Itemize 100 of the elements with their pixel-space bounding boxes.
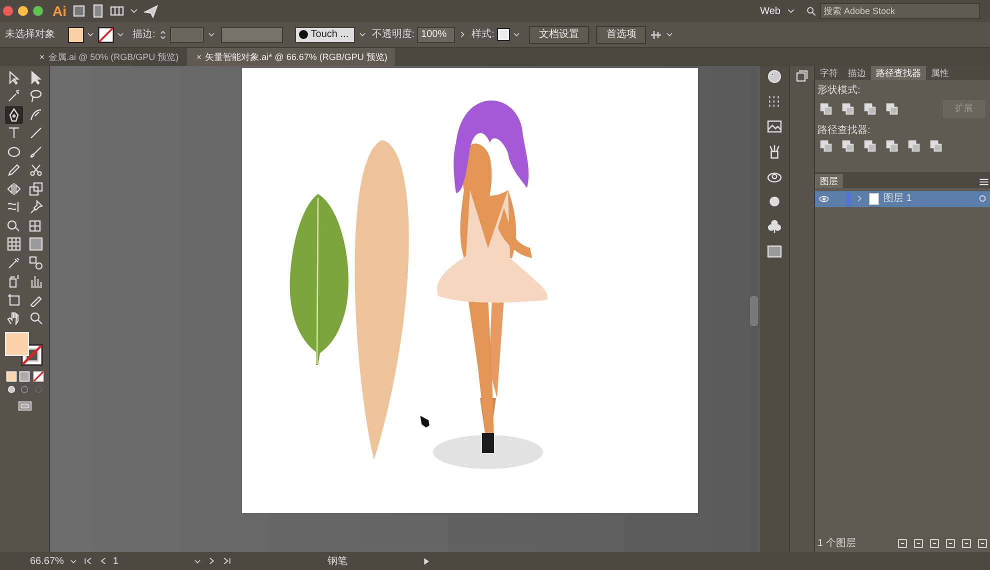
pen-tool-button[interactable] — [4, 106, 22, 124]
overlap-squares-icon[interactable] — [820, 140, 832, 152]
close-icon[interactable] — [38, 53, 46, 61]
section-label: 路径查找器: — [818, 124, 872, 138]
panel-menu-icon[interactable] — [978, 176, 990, 188]
caret-icon[interactable] — [116, 30, 125, 39]
mesh-tool-button[interactable] — [4, 235, 22, 253]
trash-icon[interactable] — [976, 538, 988, 548]
first-page-icon[interactable] — [82, 556, 93, 566]
pencil-icon — [6, 163, 20, 177]
layer-count: 1 个图层 — [818, 536, 856, 550]
mesh-icon — [6, 237, 20, 251]
current-tool-label: 钢笔 — [327, 554, 348, 568]
opacity-field[interactable]: 100% — [417, 26, 456, 42]
grid-icon[interactable] — [110, 4, 124, 18]
section-label: 形状模式: — [818, 84, 862, 98]
document-icon[interactable] — [90, 4, 104, 18]
gradient-tool-button[interactable] — [26, 235, 44, 253]
blend-tool-button[interactable] — [26, 254, 44, 272]
workspace-switcher[interactable]: Web — [760, 4, 780, 18]
club-icon[interactable] — [767, 218, 782, 234]
caret-icon[interactable] — [206, 30, 216, 39]
ellipse-icon — [6, 144, 20, 158]
overlap-squares-icon[interactable] — [908, 140, 920, 152]
page-field[interactable]: 1 — [112, 554, 118, 568]
text-icon — [6, 126, 20, 140]
clip-icon[interactable] — [928, 538, 940, 548]
last-page-icon[interactable] — [222, 556, 232, 566]
gradient-mode-icon[interactable] — [19, 370, 30, 382]
panel-tab[interactable]: 字符 — [815, 66, 843, 80]
square-icon[interactable] — [72, 4, 86, 18]
layer-row[interactable]: 图层 1 — [815, 190, 990, 206]
window-control-dot — [18, 6, 28, 16]
locate-icon[interactable] — [912, 538, 924, 548]
eyedropper-icon — [6, 256, 20, 270]
stroke-none-swatch[interactable] — [98, 26, 114, 42]
caret-icon[interactable] — [358, 30, 367, 39]
brush-icon — [28, 144, 42, 158]
overlap-squares-icon[interactable] — [930, 140, 942, 152]
play-icon[interactable] — [422, 556, 432, 566]
expand-button: 扩展 — [943, 100, 985, 118]
target-icon[interactable] — [976, 193, 988, 204]
variable-width-field[interactable] — [220, 26, 283, 42]
overlap-squares-icon[interactable] — [886, 140, 898, 152]
spinner-icon[interactable] — [158, 28, 168, 40]
pushpin-icon — [28, 200, 42, 214]
overlap-squares-icon[interactable] — [842, 102, 854, 115]
scrollbar-thumb[interactable] — [750, 296, 758, 326]
fill-color-swatch[interactable] — [4, 332, 28, 356]
lasso-icon — [28, 89, 42, 103]
bar-graph-icon — [28, 274, 42, 288]
scale-tool-button[interactable] — [26, 180, 44, 198]
transform-icon[interactable] — [795, 68, 809, 82]
panel-tab[interactable]: 路径查找器 — [871, 66, 926, 80]
overlap-squares-icon[interactable] — [842, 140, 854, 152]
selection-status: 未选择对象 — [5, 28, 55, 42]
overlap-squares-icon[interactable] — [886, 102, 898, 115]
stroke-weight-field[interactable] — [170, 26, 204, 42]
brush-pot-icon[interactable] — [767, 144, 782, 158]
new-layer-icon[interactable] — [960, 538, 972, 548]
overlap-squares-icon[interactable] — [864, 140, 876, 152]
style-swatch[interactable] — [496, 28, 510, 41]
paper-plane-icon[interactable] — [144, 4, 158, 18]
layer-name: 图层 1 — [884, 192, 912, 206]
gradient-icon — [28, 237, 42, 251]
screen-mode-icon[interactable] — [16, 399, 32, 413]
magnifier-icon — [28, 311, 42, 325]
zoom-field[interactable]: 66.67% — [30, 554, 64, 568]
caret-icon[interactable] — [86, 30, 95, 39]
document-button[interactable]: 首选项 — [596, 26, 646, 44]
caret-icon[interactable] — [512, 30, 522, 39]
dot-grid-icon[interactable] — [767, 94, 782, 108]
close-icon[interactable] — [194, 53, 203, 61]
grid-icon — [28, 218, 42, 232]
panel-tab[interactable]: 描边 — [843, 66, 871, 80]
export-icon[interactable] — [896, 538, 908, 548]
caret-icon[interactable] — [665, 30, 674, 39]
fill-swatch[interactable] — [68, 26, 84, 42]
brush-dropdown[interactable]: Touch ... — [295, 26, 356, 42]
document-button[interactable]: 文档设置 — [528, 26, 589, 44]
palette-icon[interactable] — [767, 68, 782, 84]
search-field[interactable]: 搜索 Adobe Stock — [820, 3, 980, 19]
sun-icon[interactable] — [767, 194, 782, 208]
scale-icon — [28, 182, 42, 196]
sublayer-icon[interactable] — [944, 538, 956, 548]
document-tab[interactable]: 金属.ai @ 50% (RGB/GPU 预览) — [48, 48, 179, 66]
overlap-squares-icon[interactable] — [864, 102, 876, 115]
none-mode-icon[interactable] — [32, 370, 44, 382]
pen-icon — [28, 108, 42, 122]
warp-icon — [6, 200, 20, 214]
artboard-icon — [6, 292, 20, 306]
hand-icon — [6, 311, 20, 325]
overlap-squares-icon[interactable] — [820, 102, 832, 115]
window-control-dot — [2, 6, 12, 16]
panel-tab[interactable]: 属性 — [926, 66, 954, 80]
pen-cursor-icon — [420, 416, 430, 428]
gradient-panel-icon[interactable] — [767, 244, 782, 258]
color-mode-icon[interactable] — [6, 370, 16, 382]
image-icon[interactable] — [767, 118, 782, 134]
panel-tab[interactable]: 图层 — [815, 174, 843, 188]
